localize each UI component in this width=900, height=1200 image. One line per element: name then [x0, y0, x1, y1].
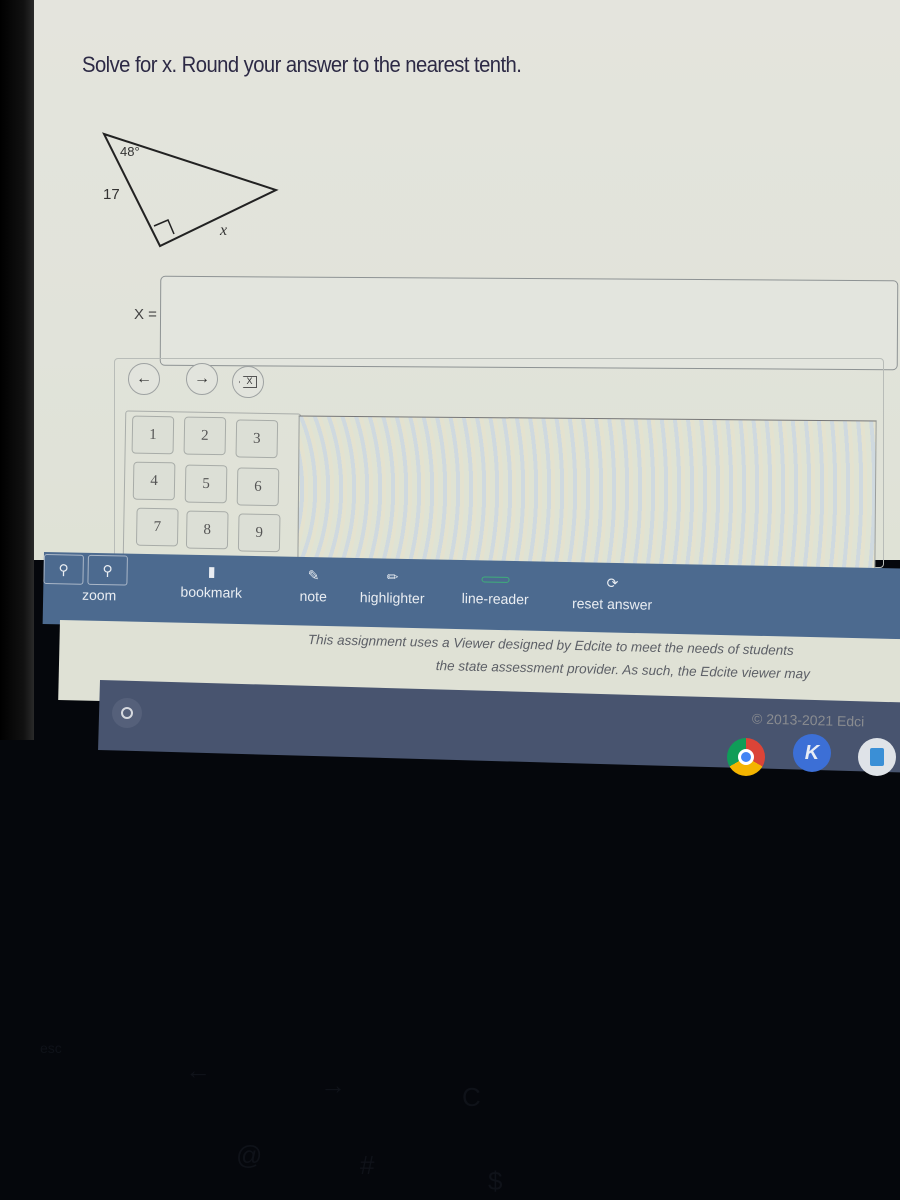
line-reader-button[interactable]: line-reader: [447, 572, 544, 608]
key-2[interactable]: 2: [183, 416, 227, 456]
key-back: ←: [185, 1055, 211, 1085]
arrow-right-icon: →: [194, 370, 210, 387]
highlighter-button[interactable]: ✏ highlighter: [347, 568, 438, 607]
bezel-edge: [0, 0, 34, 740]
key-9[interactable]: 9: [237, 513, 281, 553]
reset-icon: ⟳: [606, 574, 619, 592]
bookmark-button[interactable]: ▮ bookmark: [171, 562, 252, 601]
question-prompt: Solve for x. Round your answer to the ne…: [82, 52, 522, 77]
highlighter-icon: ✏: [386, 568, 399, 585]
zoom-in-button[interactable]: ⚲: [87, 554, 128, 586]
key-at: @: [236, 1140, 263, 1170]
key-8[interactable]: 8: [185, 510, 229, 550]
key-forward: →: [320, 1070, 346, 1100]
answer-label: X =: [134, 306, 157, 323]
bookmark-label: bookmark: [180, 583, 243, 601]
key-4[interactable]: 4: [132, 461, 176, 501]
chrome-app-icon[interactable]: [727, 738, 765, 776]
math-symbol-pane: [297, 415, 877, 571]
arrow-left-icon: ←: [136, 370, 152, 387]
zoom-in-icon: ⚲: [102, 561, 113, 578]
docs-glyph: [870, 748, 884, 766]
unknown-label: x: [220, 222, 228, 239]
highlighter-label: highlighter: [359, 589, 425, 607]
zoom-label: zoom: [81, 586, 117, 604]
angle-label: 48°: [120, 144, 140, 159]
line-reader-label: line-reader: [461, 590, 529, 608]
k-app-icon[interactable]: K: [793, 734, 831, 772]
side-label: 17: [103, 186, 120, 203]
reset-label: reset answer: [571, 595, 653, 613]
launcher-icon: [121, 707, 133, 719]
cursor-left-button[interactable]: ←: [128, 363, 160, 395]
reset-answer-button[interactable]: ⟳ reset answer: [557, 574, 668, 613]
key-5[interactable]: 5: [184, 464, 228, 504]
note-icon: ✎: [307, 567, 320, 584]
copyright-text: © 2013-2021 Edci: [751, 710, 865, 730]
note-label: note: [299, 587, 327, 605]
bookmark-icon: ▮: [207, 563, 216, 580]
zoom-out-icon: ⚲: [58, 560, 69, 577]
key-hash: #: [360, 1150, 375, 1180]
key-refresh: C: [462, 1082, 481, 1112]
backspace-button[interactable]: X: [232, 366, 264, 398]
docs-app-icon[interactable]: [858, 738, 896, 776]
number-pad: 1 2 3 4 5 6 7 8 9: [122, 410, 302, 562]
cursor-right-button[interactable]: →: [186, 363, 218, 395]
line-reader-icon: [481, 576, 510, 583]
screen: Solve for x. Round your answer to the ne…: [0, 0, 900, 776]
key-3[interactable]: 3: [235, 419, 279, 459]
key-esc: esc: [40, 1040, 62, 1056]
right-angle-marker: [153, 219, 175, 235]
zoom-out-button[interactable]: ⚲: [43, 553, 84, 585]
backspace-icon: X: [239, 376, 257, 388]
key-6[interactable]: 6: [236, 467, 280, 507]
note-button[interactable]: ✎ note: [283, 567, 344, 605]
k-letter: K: [804, 741, 820, 764]
answer-input[interactable]: [159, 275, 899, 371]
chrome-center: [738, 749, 754, 765]
key-7[interactable]: 7: [135, 507, 179, 547]
key-1[interactable]: 1: [131, 415, 175, 455]
launcher-button[interactable]: [112, 698, 142, 728]
key-dollar: $: [488, 1166, 503, 1196]
